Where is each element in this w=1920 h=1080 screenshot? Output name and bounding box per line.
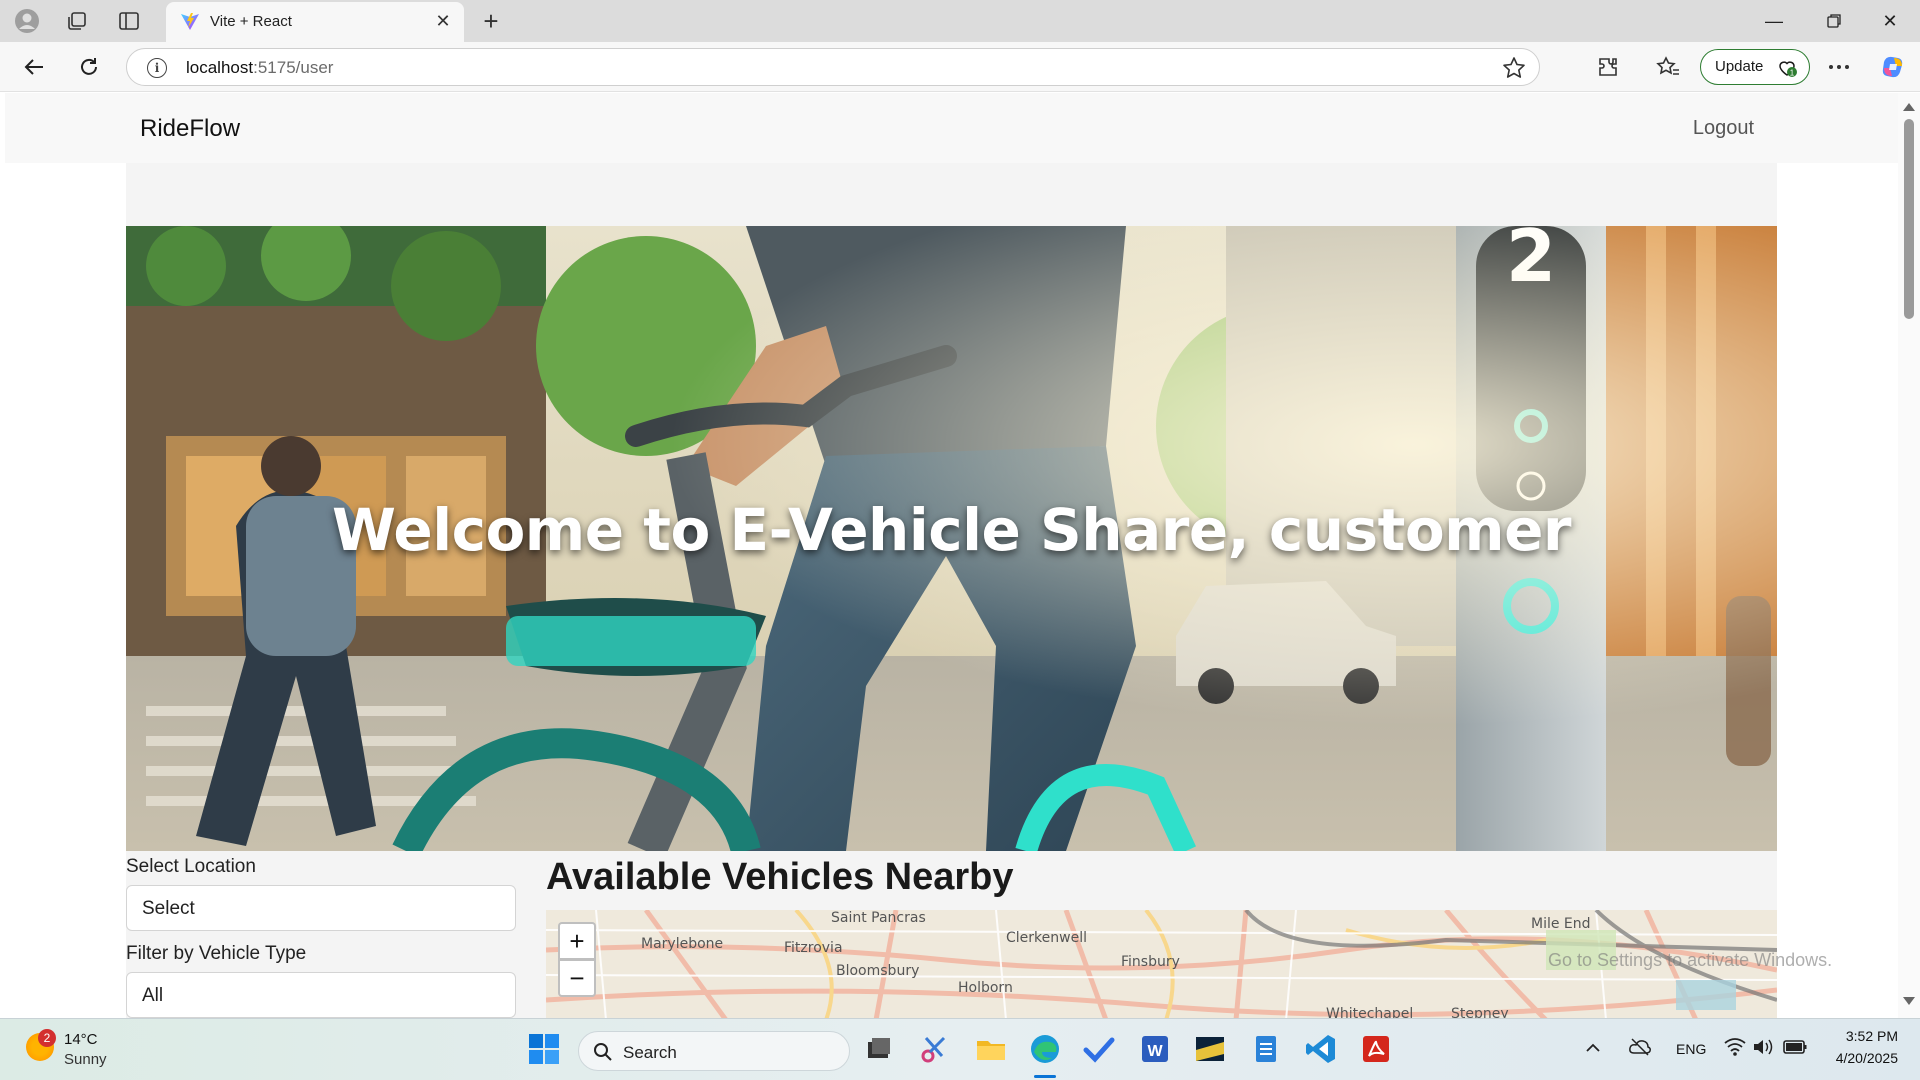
acrobat-icon[interactable] — [1359, 1032, 1393, 1066]
zoom-in-button[interactable]: + — [558, 922, 596, 960]
map-label: Stepney — [1451, 1006, 1509, 1018]
workspaces-icon[interactable] — [62, 6, 92, 36]
vertical-tabs-icon[interactable] — [114, 6, 144, 36]
update-heart-icon: 1 — [1779, 61, 1797, 78]
language-indicator[interactable]: ENG — [1676, 1041, 1706, 1057]
map-label: Whitechapel — [1326, 1006, 1414, 1018]
wifi-icon[interactable] — [1724, 1037, 1746, 1057]
activate-windows-watermark: Go to Settings to activate Windows. — [1548, 950, 1833, 970]
back-arrow-icon[interactable] — [17, 50, 51, 84]
svg-text:1: 1 — [1790, 69, 1795, 78]
browser-tab-bar: Vite + React ✕ + — ✕ — [0, 0, 1920, 42]
zoom-out-button[interactable]: − — [558, 959, 596, 997]
vehicle-type-select-value: All — [142, 985, 164, 1006]
browser-tab-active[interactable]: Vite + React ✕ — [166, 2, 464, 42]
windows-taskbar: 2 14°C Sunny Search W ENG 3:52 PM 4/20/2… — [0, 1018, 1920, 1080]
map-label: Bloomsbury — [836, 963, 920, 979]
restore-icon[interactable] — [1812, 6, 1856, 36]
browser-toolbar: i localhost:5175/user Update 1 — [0, 42, 1920, 92]
new-tab-icon[interactable]: + — [476, 6, 506, 36]
profile-icon[interactable] — [12, 6, 42, 36]
close-window-icon[interactable]: ✕ — [1868, 6, 1912, 36]
taskbar-search[interactable]: Search — [578, 1031, 850, 1071]
clock-date[interactable]: 4/20/2025 — [1826, 1050, 1898, 1066]
page-scrollbar[interactable] — [1898, 93, 1920, 1018]
extensions-icon[interactable] — [1591, 50, 1625, 84]
clock-time[interactable]: 3:52 PM — [1836, 1028, 1898, 1044]
brand-logo[interactable]: RideFlow — [140, 115, 240, 143]
tab-title: Vite + React — [210, 13, 292, 30]
location-select-value: Select — [142, 898, 195, 919]
favorites-icon[interactable] — [1651, 50, 1685, 84]
app-navbar: RideFlow Logout — [5, 93, 1898, 163]
search-icon — [594, 1043, 612, 1061]
scroll-down-icon[interactable] — [1903, 997, 1915, 1005]
onedrive-offline-icon[interactable] — [1628, 1035, 1652, 1059]
map-label: Finsbury — [1121, 954, 1180, 970]
welcome-heading: Welcome to E-Vehicle Share, customer — [331, 496, 1572, 564]
map-label: Mile End — [1531, 916, 1591, 932]
word-icon[interactable]: W — [1138, 1032, 1172, 1066]
refresh-icon[interactable] — [72, 50, 106, 84]
update-button[interactable]: Update 1 — [1700, 49, 1810, 85]
favorite-star-icon[interactable] — [1501, 55, 1527, 81]
scroll-up-icon[interactable] — [1903, 103, 1915, 111]
snipping-tool-icon[interactable] — [918, 1032, 952, 1066]
copilot-icon[interactable] — [1876, 50, 1910, 84]
task-view-icon[interactable] — [862, 1032, 896, 1066]
scroll-thumb[interactable] — [1904, 119, 1914, 319]
weather-badge: 2 — [38, 1029, 56, 1047]
terminal-app-icon[interactable] — [1193, 1032, 1227, 1066]
battery-icon[interactable] — [1782, 1037, 1808, 1057]
location-label: Select Location — [126, 856, 256, 877]
more-options-icon[interactable] — [1822, 50, 1856, 84]
volume-icon[interactable] — [1752, 1037, 1774, 1057]
map-label: Fitzrovia — [784, 940, 843, 956]
map-label: Saint Pancras — [831, 910, 926, 926]
windows-start-icon[interactable] — [528, 1033, 560, 1065]
address-bar[interactable]: i localhost:5175/user — [126, 48, 1540, 86]
minimize-icon[interactable]: — — [1752, 6, 1796, 36]
todo-check-icon[interactable] — [1082, 1032, 1116, 1066]
weather-condition[interactable]: Sunny — [64, 1051, 107, 1068]
svg-text:W: W — [1147, 1043, 1163, 1060]
vehicle-type-select[interactable]: All — [126, 972, 516, 1018]
map-label: Marylebone — [641, 936, 724, 952]
notepad-icon[interactable] — [1249, 1032, 1283, 1066]
vehicle-type-label: Filter by Vehicle Type — [126, 943, 307, 964]
close-tab-icon[interactable]: ✕ — [432, 10, 454, 32]
url-text[interactable]: localhost:5175/user — [186, 58, 333, 78]
web-page: RideFlow Logout Welcome to E-Vehicle Sha… — [5, 93, 1898, 1018]
location-select[interactable]: Select — [126, 885, 516, 931]
chevron-up-icon[interactable] — [1584, 1039, 1602, 1057]
vite-icon — [181, 13, 199, 30]
file-explorer-icon[interactable] — [974, 1032, 1008, 1066]
map-label: Clerkenwell — [1006, 930, 1087, 946]
active-app-indicator — [1034, 1075, 1056, 1078]
map-label: Holborn — [958, 980, 1013, 996]
logout-link[interactable]: Logout — [1693, 117, 1754, 140]
vscode-icon[interactable] — [1304, 1032, 1338, 1066]
hero-banner: 2 Welcome to E-Vehicle Share, customer — [126, 226, 1777, 851]
edge-browser-icon[interactable] — [1028, 1032, 1062, 1066]
site-info-icon[interactable]: i — [147, 58, 167, 78]
available-vehicles-heading: Available Vehicles Nearby — [546, 856, 1014, 898]
weather-temperature[interactable]: 14°C — [64, 1031, 98, 1048]
main-content: 2 Welcome to E-Vehicle Share, customer S… — [126, 163, 1777, 1018]
